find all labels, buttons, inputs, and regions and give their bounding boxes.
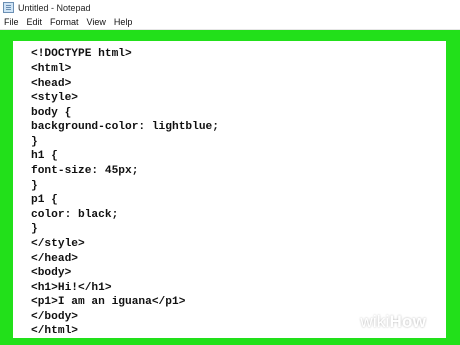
wikihow-watermark: wikiHow: [360, 312, 426, 331]
code-line: <html>: [31, 63, 72, 75]
title-bar: Untitled - Notepad: [0, 0, 460, 15]
code-line: h1 {: [31, 150, 58, 162]
code-line: color: black;: [31, 209, 119, 221]
code-line: }: [31, 180, 38, 192]
menu-help[interactable]: Help: [114, 17, 133, 27]
code-line: font-size: 45px;: [31, 165, 139, 177]
menu-file[interactable]: File: [4, 17, 19, 27]
code-line: <style>: [31, 92, 78, 104]
code-line: </style>: [31, 238, 85, 250]
code-line: </body>: [31, 311, 78, 323]
menu-bar: File Edit Format View Help: [0, 15, 460, 30]
code-line: background-color: lightblue;: [31, 121, 219, 133]
code-line: }: [31, 223, 38, 235]
text-editor[interactable]: <!DOCTYPE html> <html> <head> <style> bo…: [13, 41, 446, 338]
code-line: <body>: [31, 267, 72, 279]
menu-view[interactable]: View: [87, 17, 106, 27]
menu-format[interactable]: Format: [50, 17, 79, 27]
code-line: body {: [31, 107, 72, 119]
window-title: Untitled - Notepad: [18, 2, 91, 13]
notepad-icon: [3, 2, 14, 13]
highlight-frame: <!DOCTYPE html> <html> <head> <style> bo…: [0, 30, 460, 345]
code-line: </html>: [31, 325, 78, 337]
code-line: <head>: [31, 78, 72, 90]
code-line: p1 {: [31, 194, 58, 206]
code-line: <p1>I am an iguana</p1>: [31, 296, 186, 308]
menu-edit[interactable]: Edit: [27, 17, 43, 27]
code-line: <h1>Hi!</h1>: [31, 282, 112, 294]
code-line: <!DOCTYPE html>: [31, 48, 132, 60]
code-line: }: [31, 136, 38, 148]
code-line: </head>: [31, 253, 78, 265]
